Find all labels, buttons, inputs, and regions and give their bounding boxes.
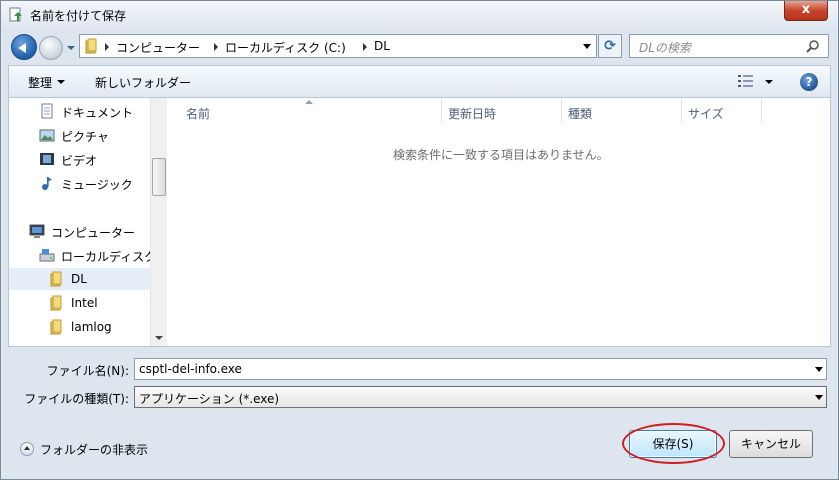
window-title: 名前を付けて保存 bbox=[30, 9, 127, 23]
nav-item-lamlog[interactable]: lamlog bbox=[9, 316, 150, 338]
document-icon bbox=[41, 103, 53, 119]
filetype-value: アプリケーション (*.exe) bbox=[139, 392, 280, 406]
nav-item-intel[interactable]: Intel bbox=[9, 292, 150, 314]
forward-button[interactable] bbox=[39, 36, 63, 60]
nav-scrollbar[interactable] bbox=[150, 98, 167, 346]
nav-item-dl[interactable]: DL bbox=[9, 268, 150, 290]
picture-icon bbox=[39, 129, 55, 142]
column-label: 名前 bbox=[186, 107, 211, 121]
sort-ascending-icon bbox=[305, 100, 313, 104]
folder-icon bbox=[50, 295, 62, 311]
nav-label: ローカルディスク bbox=[61, 250, 150, 264]
search-input[interactable]: DLの検索 bbox=[629, 34, 829, 58]
hide-folders-label: フォルダーの非表示 bbox=[40, 443, 149, 457]
empty-message: 検索条件に一致する項目はありません。 bbox=[393, 148, 609, 162]
nav-label: ミュージック bbox=[61, 178, 133, 192]
refresh-button[interactable]: ⟳ bbox=[598, 34, 622, 58]
nav-item-music[interactable]: ミュージック bbox=[9, 172, 150, 194]
nav-label: lamlog bbox=[71, 320, 112, 334]
breadcrumb-dl[interactable]: DL bbox=[374, 39, 390, 53]
collapse-up-icon bbox=[20, 442, 34, 456]
cancel-button[interactable]: キャンセル bbox=[729, 430, 813, 458]
video-icon bbox=[40, 153, 54, 165]
address-row: コンピューター ローカルディスク (C:) DL ⟳ DLの検索 bbox=[1, 29, 838, 65]
nav-label: ビデオ bbox=[61, 154, 98, 168]
filename-field[interactable]: csptl-del-info.exe bbox=[134, 358, 827, 380]
views-icon[interactable] bbox=[738, 75, 754, 87]
nav-item-local-disk[interactable]: ローカルディスク bbox=[9, 244, 150, 266]
column-label: 更新日時 bbox=[448, 107, 497, 121]
nav-label: Intel bbox=[71, 296, 98, 310]
browser-area: ドキュメント ピクチャ ビデオ ミュージック コンピューター ローカルディスク … bbox=[8, 97, 831, 347]
new-folder-button[interactable]: 新しいフォルダー bbox=[95, 74, 191, 91]
filetype-dropdown-icon[interactable] bbox=[815, 395, 823, 400]
column-header-size[interactable]: サイズ bbox=[682, 98, 762, 124]
column-header-type[interactable]: 種類 bbox=[562, 98, 682, 124]
folder-icon bbox=[50, 319, 62, 335]
nav-item-videos[interactable]: ビデオ bbox=[9, 148, 150, 170]
nav-label: ドキュメント bbox=[61, 106, 134, 120]
close-button[interactable]: x bbox=[784, 1, 828, 21]
column-header-name[interactable]: 名前 bbox=[167, 98, 442, 124]
organize-button[interactable]: 整理 bbox=[28, 74, 52, 91]
breadcrumb-arrow-icon[interactable] bbox=[105, 43, 109, 51]
breadcrumb-local-disk[interactable]: ローカルディスク (C:) bbox=[225, 39, 346, 56]
address-dropdown-icon[interactable] bbox=[583, 44, 591, 49]
column-header-modified[interactable]: 更新日時 bbox=[442, 98, 562, 124]
column-label: 種類 bbox=[568, 107, 593, 121]
nav-label: ピクチャ bbox=[61, 130, 109, 144]
save-dialog-icon bbox=[9, 7, 22, 22]
views-dropdown-icon[interactable] bbox=[765, 80, 773, 84]
command-bar: 整理 新しいフォルダー ? bbox=[8, 65, 831, 97]
back-button[interactable] bbox=[11, 34, 37, 60]
column-label: サイズ bbox=[688, 107, 724, 121]
folder-icon bbox=[85, 38, 97, 54]
nav-item-computer[interactable]: コンピューター bbox=[9, 220, 150, 242]
breadcrumb-arrow-icon[interactable] bbox=[363, 43, 367, 51]
scrollbar-thumb[interactable] bbox=[152, 158, 166, 196]
search-placeholder: DLの検索 bbox=[639, 41, 691, 55]
nav-label: DL bbox=[71, 272, 87, 286]
search-icon bbox=[806, 40, 819, 53]
breadcrumb-arrow-icon[interactable] bbox=[214, 43, 218, 51]
filename-value: csptl-del-info.exe bbox=[139, 362, 242, 376]
recent-pages-dropdown[interactable] bbox=[67, 46, 75, 50]
organize-dropdown-icon[interactable] bbox=[57, 80, 65, 84]
nav-label: コンピューター bbox=[51, 226, 136, 240]
breadcrumb-computer[interactable]: コンピューター bbox=[116, 39, 200, 56]
filename-label: ファイル名(N): bbox=[46, 364, 129, 378]
folder-icon bbox=[50, 271, 62, 287]
drive-icon bbox=[39, 249, 55, 262]
scroll-down-icon[interactable] bbox=[155, 336, 163, 340]
computer-icon bbox=[29, 224, 45, 238]
navigation-pane: ドキュメント ピクチャ ビデオ ミュージック コンピューター ローカルディスク … bbox=[9, 98, 150, 346]
help-icon[interactable]: ? bbox=[800, 73, 818, 91]
annotation-circle bbox=[622, 423, 725, 464]
filename-dropdown-icon[interactable] bbox=[815, 367, 823, 372]
filetype-label: ファイルの種類(T): bbox=[24, 392, 129, 406]
nav-item-pictures[interactable]: ピクチャ bbox=[9, 124, 150, 146]
music-icon bbox=[42, 177, 52, 190]
address-bar[interactable]: コンピューター ローカルディスク (C:) DL bbox=[79, 34, 597, 58]
close-icon: x bbox=[801, 2, 811, 17]
file-list: 名前 更新日時 種類 サイズ 検索条件に一致する項目はありません。 bbox=[167, 98, 830, 346]
title-bar: 名前を付けて保存 x bbox=[1, 1, 838, 29]
save-as-dialog: 名前を付けて保存 x コンピューター ローカルディスク (C:) DL ⟳ DL… bbox=[0, 0, 839, 480]
nav-item-documents[interactable]: ドキュメント bbox=[9, 100, 150, 122]
filetype-select[interactable]: アプリケーション (*.exe) bbox=[134, 386, 827, 408]
refresh-icon: ⟳ bbox=[604, 38, 616, 54]
